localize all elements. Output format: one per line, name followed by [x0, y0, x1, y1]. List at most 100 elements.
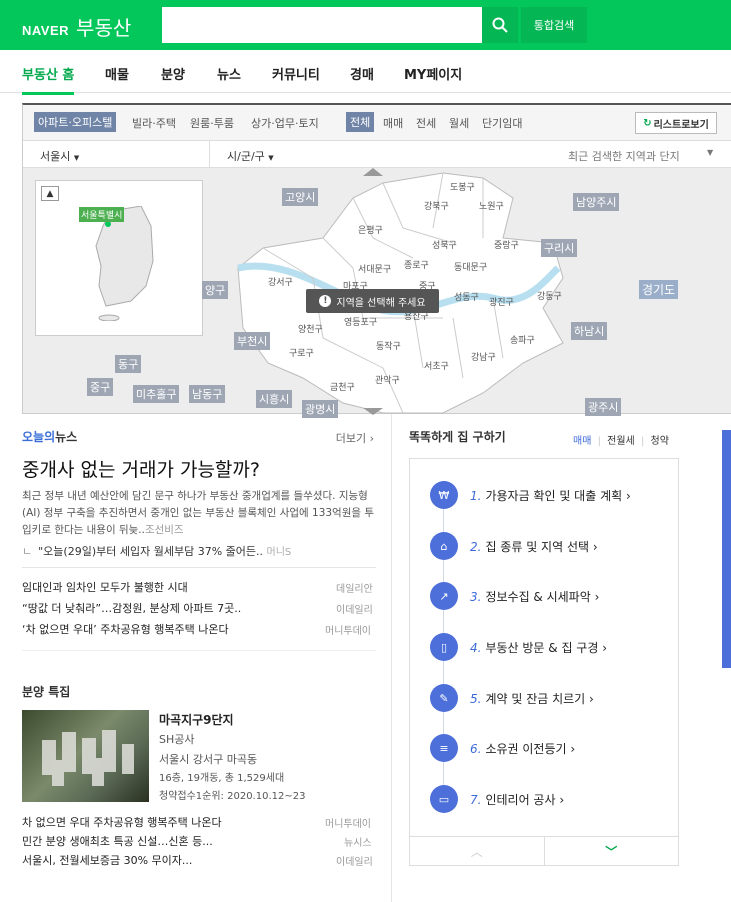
guide-title: 똑똑하게 집 구하기	[409, 430, 506, 444]
district-label[interactable]: 광진구	[489, 295, 514, 308]
guide-tab-subscription[interactable]: 청약	[651, 436, 669, 447]
step-item[interactable]: ⌂ 2. 집 종류 및 지역 선택 ›	[430, 532, 598, 560]
map-label[interactable]: 광주시	[585, 398, 622, 416]
guide-tab-sale[interactable]: 매매	[573, 436, 591, 447]
pen-icon: ✎	[430, 684, 458, 712]
step-item[interactable]: ▯ 4. 부동산 방문 & 집 구경 ›	[430, 633, 607, 661]
presale-name[interactable]: 마곡지구9단지	[159, 711, 234, 728]
district-label[interactable]: 관악구	[375, 373, 400, 386]
news-source: 데일리안	[336, 584, 373, 595]
map-label[interactable]: 시흥시	[256, 390, 293, 408]
sido-select[interactable]: 서울시 ▼	[40, 148, 79, 164]
district-label[interactable]: 금천구	[330, 380, 355, 393]
related-news[interactable]: ㄴ "오늘(29일)부터 세입자 월세부담 37% 줄어든.. 머니S	[22, 543, 376, 559]
district-label[interactable]: 종로구	[404, 258, 429, 271]
district-label[interactable]: 동작구	[376, 339, 401, 352]
nav-home[interactable]: 부동산 홈	[22, 64, 75, 95]
next-button[interactable]: ﹀	[545, 837, 679, 866]
sigungu-select[interactable]: 시/군/구 ▼	[227, 148, 274, 164]
tab-apartment[interactable]: 아파트·오피스텔	[34, 112, 117, 132]
prev-button[interactable]: ︿	[410, 837, 545, 866]
nav-listings[interactable]: 매물	[105, 64, 129, 83]
naver-logo[interactable]: NAVER 부동산	[22, 12, 131, 41]
district-label[interactable]: 구로구	[289, 346, 314, 359]
news-summary[interactable]: 최근 정부 내년 예산안에 담긴 문구 하나가 부동산 중개업계를 들쑤셨다. …	[22, 488, 376, 539]
side-banner[interactable]	[722, 430, 731, 668]
step-item[interactable]: ▭ 7. 인테리어 공사 ›	[430, 785, 564, 813]
map-label[interactable]: 남양주시	[573, 193, 620, 211]
recent-dropdown-icon[interactable]: ▼	[707, 148, 713, 157]
map-label[interactable]: 고양시	[282, 188, 319, 206]
tab-sale[interactable]: 매매	[383, 115, 403, 131]
related-title: "오늘(29일)부터 세입자 월세부담 37% 줄어든..	[38, 545, 263, 558]
presale-address: 서울시 강서구 마곡동	[159, 753, 258, 766]
nav-auction[interactable]: 경매	[350, 64, 374, 83]
tab-jeonse[interactable]: 전세	[416, 115, 436, 131]
step-item[interactable]: ₩1. 가용자금 확인 및 대출 계획 ›	[430, 481, 631, 509]
integrated-search-button[interactable]: 통합검색	[521, 7, 587, 43]
district-label[interactable]: 성북구	[432, 238, 457, 251]
tab-oneroom[interactable]: 원룸·투룸	[190, 115, 234, 131]
tab-villa[interactable]: 빌라·주택	[132, 115, 176, 131]
district-label[interactable]: 중랑구	[494, 238, 519, 251]
district-label[interactable]: 강북구	[424, 199, 449, 212]
tab-all-deals[interactable]: 전체	[346, 112, 375, 132]
recent-search[interactable]: 최근 검색한 지역과 단지	[568, 148, 680, 164]
won-icon: ₩	[430, 481, 458, 509]
map-label[interactable]: 경기도	[639, 280, 679, 299]
map-label[interactable]: 구리시	[541, 239, 578, 257]
map-label[interactable]: 중구	[87, 378, 114, 396]
presale-thumbnail[interactable]	[22, 710, 149, 802]
news-item[interactable]: “땅값 더 낮춰라”…감정원, 분상제 아파트 7곳..	[22, 600, 241, 616]
collapse-button[interactable]: ▲	[41, 186, 59, 201]
district-label[interactable]: 성동구	[454, 290, 479, 303]
district-label[interactable]: 양천구	[298, 322, 323, 335]
presale-item[interactable]: 차 없으면 우대 주차공유형 행복주택 나온다	[22, 814, 222, 830]
district-label[interactable]: 송파구	[510, 333, 535, 346]
more-link[interactable]: 더보기 ›	[336, 430, 374, 446]
presale-item[interactable]: 서울시, 전월세보증금 30% 무이자...	[22, 852, 192, 868]
region-mini-map[interactable]: ▲ 서울특별시	[35, 180, 203, 336]
step-item[interactable]: ✎ 5. 계약 및 잔금 치르기 ›	[430, 684, 594, 712]
district-label[interactable]: 강서구	[268, 275, 293, 288]
district-label[interactable]: 동대문구	[454, 260, 487, 273]
nav-mypage[interactable]: MY페이지	[404, 64, 462, 83]
nav-news[interactable]: 뉴스	[217, 64, 241, 83]
step-number: 1.	[470, 488, 482, 503]
tab-commercial[interactable]: 상가·업무·토지	[251, 115, 319, 131]
district-label[interactable]: 노원구	[479, 199, 504, 212]
map-label[interactable]: 부천시	[234, 332, 271, 350]
presale-item[interactable]: 민간 분양 생애최초 특공 신설…신혼 등...	[22, 833, 213, 849]
nav-presale[interactable]: 분양	[161, 64, 185, 83]
tab-monthly[interactable]: 월세	[449, 115, 469, 131]
step-item[interactable]: ↗ 3. 정보수집 & 시세파악 ›	[430, 582, 599, 610]
map-label[interactable]: 광명시	[302, 400, 339, 418]
list-view-button[interactable]: ↻ 리스트로보기	[635, 112, 717, 134]
district-label[interactable]: 서초구	[424, 359, 449, 372]
district-label[interactable]: 서대문구	[358, 262, 391, 275]
step-item[interactable]: ≡ 6. 소유권 이전등기 ›	[430, 734, 575, 762]
news-item[interactable]: ‘차 없으면 우대’ 주차공유형 행복주택 나온다	[22, 621, 229, 637]
map-label[interactable]: 남동구	[189, 385, 226, 403]
news-item[interactable]: 임대인과 임차인 모두가 불행한 시대	[22, 579, 188, 595]
guide-tab-rent[interactable]: 전월세	[607, 436, 635, 447]
nav-community[interactable]: 커뮤니티	[272, 64, 320, 83]
tab-short-term[interactable]: 단기임대	[482, 115, 522, 131]
step-pager: ︿ ﹀	[410, 836, 678, 866]
map-label[interactable]: 미추홀구	[133, 385, 180, 403]
korea-map-icon	[95, 206, 154, 321]
news-section: 오늘의뉴스 더보기 ›	[22, 428, 374, 445]
district-label[interactable]: 영등포구	[344, 315, 377, 328]
district-label[interactable]: 강남구	[471, 350, 496, 363]
district-label[interactable]: 은평구	[358, 223, 383, 236]
district-label[interactable]: 도봉구	[450, 180, 475, 193]
map-label[interactable]: 양구	[202, 281, 229, 299]
chevron-up-icon: ▲	[46, 188, 54, 199]
map-label[interactable]: 하남시	[571, 322, 608, 340]
search-button[interactable]	[482, 7, 518, 43]
select-region-notice: ! 지역을 선택해 주세요	[306, 289, 439, 313]
news-headline[interactable]: 중개사 없는 거래가 가능할까?	[22, 455, 260, 482]
search-input[interactable]	[162, 7, 482, 43]
map-label[interactable]: 동구	[115, 355, 142, 373]
district-label[interactable]: 강동구	[537, 289, 562, 302]
